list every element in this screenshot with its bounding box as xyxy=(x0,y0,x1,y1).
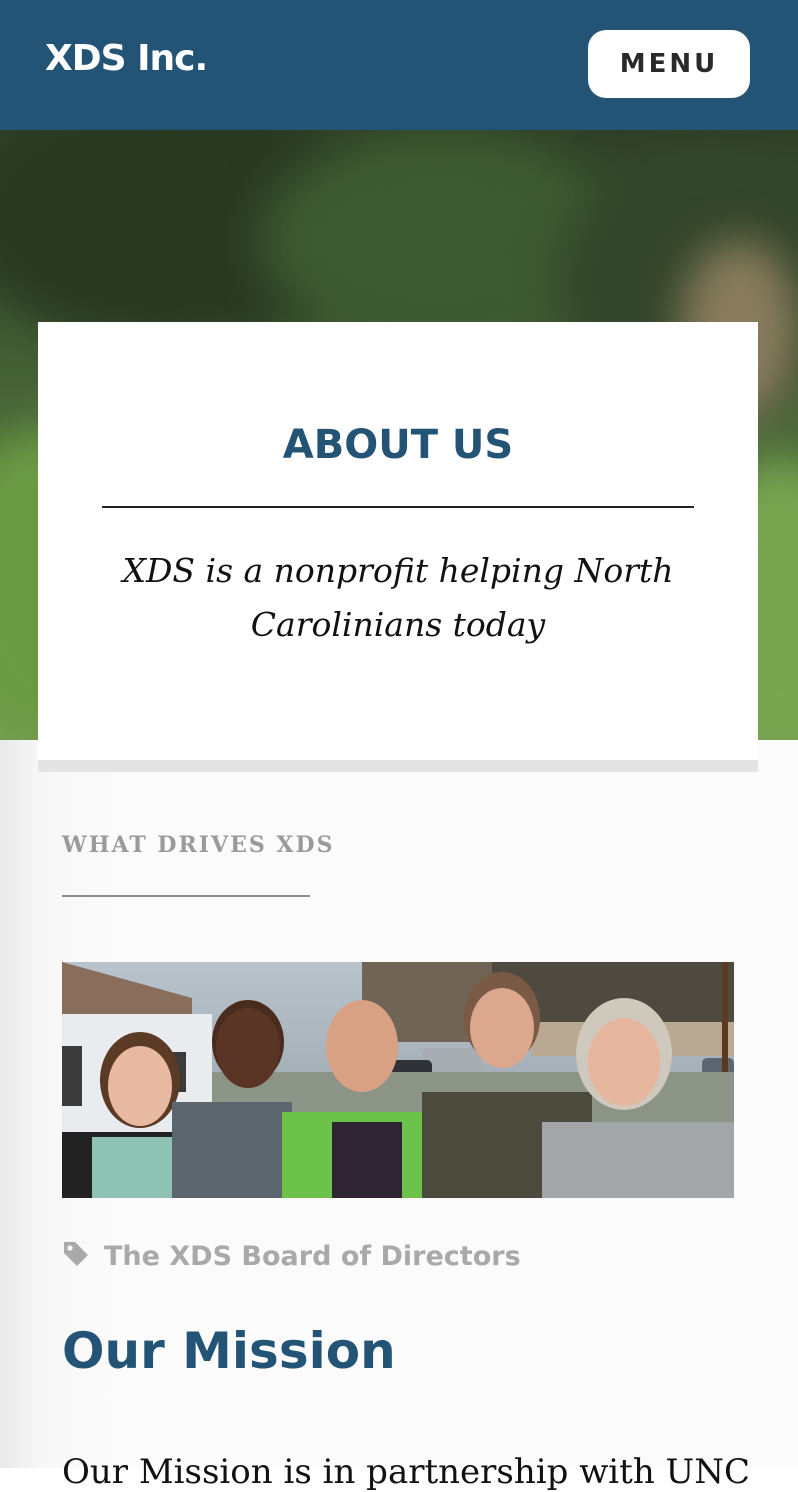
about-subtitle: XDS is a nonprofit helping North Carolin… xyxy=(122,551,674,644)
photo-caption: The XDS Board of Directors xyxy=(62,1238,521,1274)
board-photo xyxy=(62,962,734,1198)
site-header: XDS Inc. MENU xyxy=(0,0,798,130)
about-card: ABOUT US XDS is a nonprofit helping Nort… xyxy=(38,322,758,772)
about-title: ABOUT US xyxy=(282,422,514,468)
section-eyebrow: WHAT DRIVES XDS xyxy=(62,832,335,858)
mission-text: Our Mission is in partnership with UNC xyxy=(62,1452,750,1492)
mission-title: Our Mission xyxy=(62,1322,396,1380)
board-photo-illustration xyxy=(62,962,734,1198)
about-divider xyxy=(102,506,694,508)
eyebrow-divider xyxy=(62,895,310,897)
site-brand[interactable]: XDS Inc. xyxy=(45,38,208,79)
photo-caption-text: The XDS Board of Directors xyxy=(104,1240,521,1272)
menu-button[interactable]: MENU xyxy=(588,30,750,98)
tag-icon xyxy=(62,1240,90,1273)
